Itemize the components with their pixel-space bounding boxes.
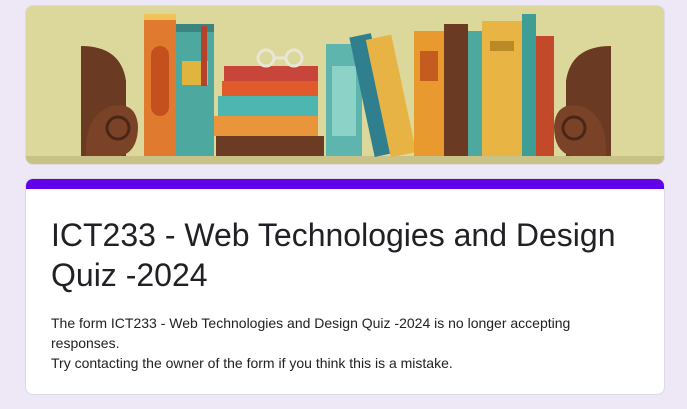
form-header-card: ICT233 - Web Technologies and Design Qui… — [25, 178, 665, 395]
books-illustration — [26, 6, 664, 164]
form-title: ICT233 - Web Technologies and Design Qui… — [51, 217, 616, 293]
theme-accent-bar — [26, 179, 664, 189]
header-image — [25, 5, 665, 165]
closed-notice: The form ICT233 - Web Technologies and D… — [51, 313, 631, 373]
contact-owner-message: Try contacting the owner of the form if … — [51, 355, 453, 371]
closed-message: The form ICT233 - Web Technologies and D… — [51, 315, 571, 351]
